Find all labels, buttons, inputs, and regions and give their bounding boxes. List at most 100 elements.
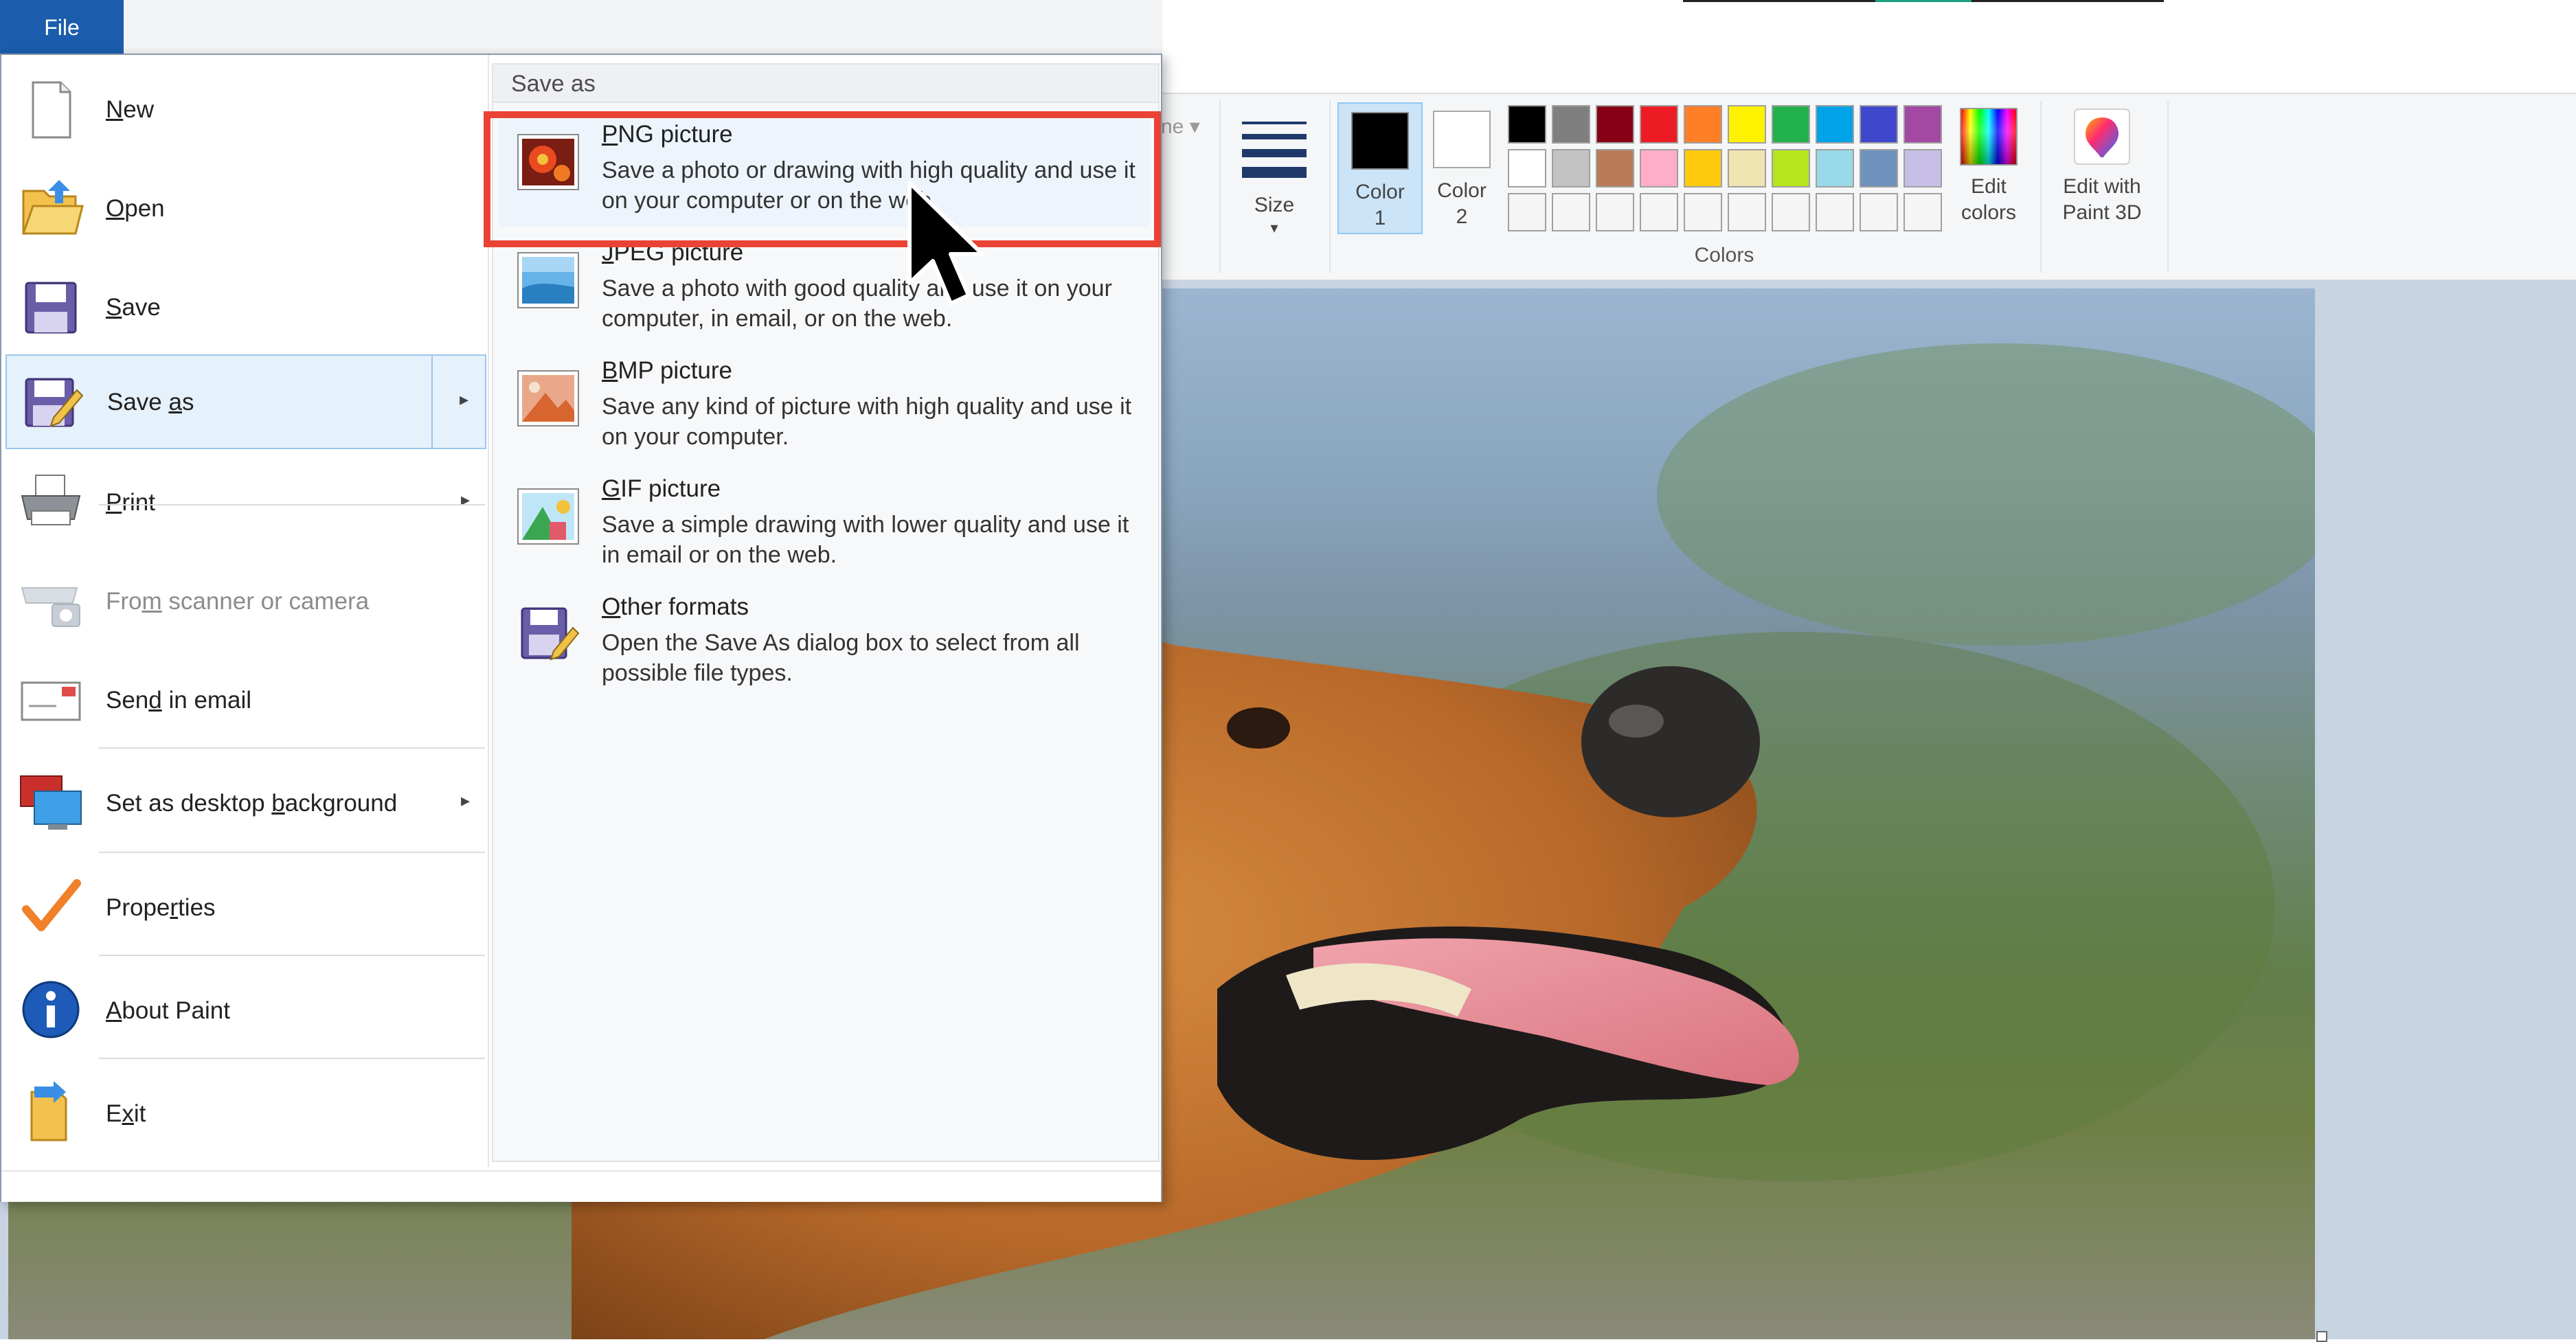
color1-button[interactable]: Color 1: [1337, 102, 1423, 234]
ribbon-separator: [2040, 101, 2042, 273]
menu-item-about-paint[interactable]: About Paint: [5, 966, 486, 1055]
canvas-resize-handle[interactable]: [2316, 1331, 2327, 1342]
menu-label-new: New: [106, 96, 155, 123]
menu-item-new[interactable]: New: [5, 69, 486, 151]
new-document-icon: [18, 77, 84, 143]
save-as-submenu-split[interactable]: [431, 356, 485, 448]
palette-color-swatch[interactable]: [1684, 149, 1722, 187]
palette-color-swatch[interactable]: [1552, 193, 1590, 231]
save-as-bmp-description: Save any kind of picture with high quali…: [602, 394, 1132, 450]
palette-color-swatch[interactable]: [1596, 149, 1634, 187]
png-picture-icon: [515, 129, 581, 195]
palette-color-swatch[interactable]: [1728, 193, 1766, 231]
palette-color-swatch[interactable]: [1596, 193, 1634, 231]
menu-item-properties[interactable]: Properties: [5, 863, 486, 952]
submenu-arrow-icon: ▸: [459, 389, 468, 409]
palette-color-swatch[interactable]: [1684, 105, 1722, 144]
size-label: Size: [1254, 194, 1295, 216]
palette-color-swatch[interactable]: [1640, 193, 1678, 231]
palette-color-swatch[interactable]: [1860, 149, 1898, 187]
info-icon: [18, 977, 84, 1043]
palette-color-swatch[interactable]: [1816, 149, 1854, 187]
palette-color-swatch[interactable]: [1728, 105, 1766, 144]
palette-color-swatch[interactable]: [1596, 105, 1634, 144]
palette-color-swatch[interactable]: [1508, 149, 1546, 187]
palette-color-swatch[interactable]: [1903, 105, 1942, 144]
file-menu-footer: [1, 1170, 1161, 1202]
palette-color-swatch[interactable]: [1772, 149, 1810, 187]
palette-row: [1508, 149, 1947, 187]
desktop-background-icon: [18, 769, 84, 835]
color2-button[interactable]: Color 2: [1421, 102, 1503, 231]
edit-paint3d-label-top: Edit with: [2063, 175, 2141, 198]
ribbon-top-accent: [1875, 0, 1971, 2]
scanner-camera-icon: [18, 567, 84, 633]
color-spectrum-icon: [1960, 108, 2018, 166]
save-as-gif-item[interactable]: GIF picture Save a simple drawing with l…: [499, 466, 1150, 581]
color1-label-top: Color: [1355, 181, 1405, 203]
menu-item-open[interactable]: Open: [5, 168, 486, 250]
menu-item-set-desktop-background[interactable]: Set as desktop background ▸: [5, 758, 486, 848]
palette-color-swatch[interactable]: [1684, 193, 1722, 231]
menu-label-open: Open: [106, 195, 165, 222]
menu-divider: [488, 55, 489, 1168]
menu-item-send-in-email[interactable]: Send in email: [5, 655, 486, 744]
edit-colors-button[interactable]: Edit colors: [1947, 102, 2030, 226]
menu-label-save-as: Save as: [107, 389, 194, 416]
palette-color-swatch[interactable]: [1552, 105, 1590, 144]
palette-color-swatch[interactable]: [1772, 105, 1810, 144]
palette-color-swatch[interactable]: [1903, 193, 1942, 231]
save-as-gif-title: GIF picture: [602, 475, 721, 502]
palette-row: [1508, 193, 1947, 231]
color2-swatch: [1433, 111, 1491, 168]
save-as-png-item[interactable]: PNG picture Save a photo or drawing with…: [499, 111, 1150, 227]
submenu-arrow-icon: ▸: [460, 489, 470, 510]
palette-color-swatch[interactable]: [1640, 149, 1678, 187]
file-tab[interactable]: File: [0, 0, 124, 54]
save-as-png-description: Save a photo or drawing with high qualit…: [602, 157, 1136, 214]
save-as-header: Save as: [493, 65, 1158, 103]
menu-label-set-desktop-background: Set as desktop background: [106, 790, 398, 817]
menu-item-save[interactable]: Save: [5, 266, 486, 349]
menu-separator: [99, 747, 485, 749]
ribbon-top-border: [1683, 0, 2164, 2]
palette-color-swatch[interactable]: [1816, 193, 1854, 231]
palette-color-swatch[interactable]: [1860, 193, 1898, 231]
floppy-disk-icon: [18, 275, 84, 341]
palette-color-swatch[interactable]: [1508, 105, 1546, 144]
palette-color-swatch[interactable]: [1552, 149, 1590, 187]
mouse-cursor-icon: [905, 180, 988, 310]
color2-label-top: Color: [1437, 179, 1487, 202]
file-menu-commands: New Open Save Save as ▸ Print ▸ From sca…: [1, 55, 489, 1168]
checkmark-icon: [18, 874, 84, 940]
save-as-icon: [19, 369, 85, 435]
save-as-panel: Save as PNG picture Save a photo or draw…: [492, 63, 1160, 1162]
other-formats-icon: [515, 602, 581, 668]
menu-item-print[interactable]: Print ▸: [5, 457, 486, 547]
save-as-jpeg-item[interactable]: JPEG picture Save a photo with good qual…: [499, 229, 1150, 345]
save-as-gif-description: Save a simple drawing with lower quality…: [602, 512, 1129, 568]
save-as-other-formats-item[interactable]: Other formats Open the Save As dialog bo…: [499, 584, 1150, 699]
save-as-bmp-item[interactable]: BMP picture Save any kind of picture wit…: [499, 348, 1150, 463]
palette-color-swatch[interactable]: [1508, 193, 1546, 231]
size-dropdown-arrow: ▾: [1270, 219, 1278, 236]
menu-item-save-as[interactable]: Save as ▸: [5, 354, 486, 449]
menu-item-exit[interactable]: Exit: [5, 1069, 486, 1158]
palette-color-swatch[interactable]: [1640, 105, 1678, 144]
size-button[interactable]: Size ▾: [1236, 108, 1312, 266]
color2-label-bottom: 2: [1456, 205, 1468, 228]
palette-color-swatch[interactable]: [1860, 105, 1898, 144]
outline-dropdown-partial[interactable]: ne ▾: [1161, 115, 1200, 139]
palette-color-swatch[interactable]: [1903, 149, 1942, 187]
palette-color-swatch[interactable]: [1728, 149, 1766, 187]
edit-colors-label-bottom: colors: [1961, 201, 2017, 224]
palette-color-swatch[interactable]: [1772, 193, 1810, 231]
edit-with-paint3d-button[interactable]: Edit with Paint 3D: [2050, 102, 2154, 226]
palette-color-swatch[interactable]: [1816, 105, 1854, 144]
colors-group-label: Colors: [1694, 244, 1754, 266]
menu-label-send-in-email: Send in email: [106, 687, 252, 714]
edit-paint3d-label-bottom: Paint 3D: [2062, 201, 2142, 224]
palette-row: [1508, 105, 1947, 144]
paint3d-icon: [2073, 108, 2131, 166]
menu-separator: [99, 504, 485, 505]
